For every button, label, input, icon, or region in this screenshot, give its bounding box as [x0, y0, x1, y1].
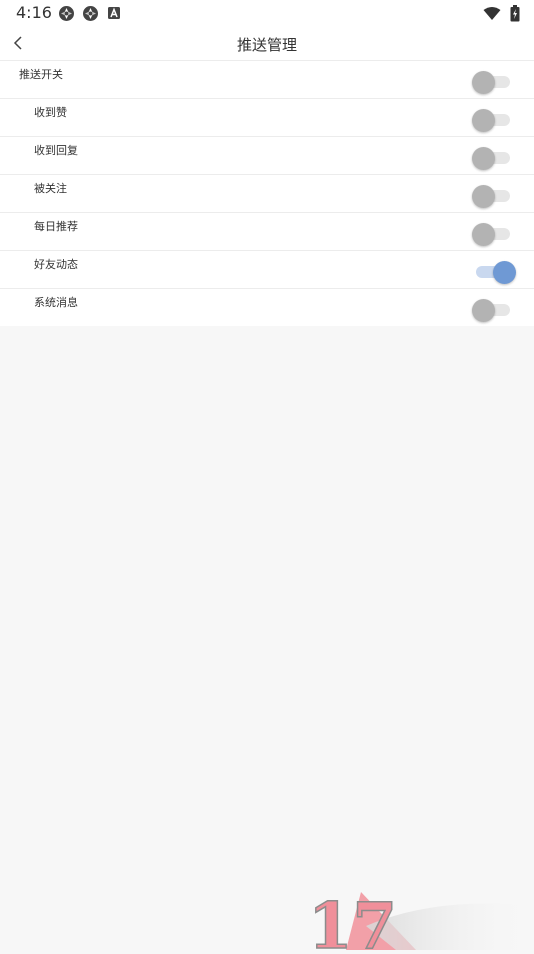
- wifi-icon: [483, 6, 501, 25]
- toggle-thumb: [472, 223, 495, 246]
- aperture-icon: [58, 5, 75, 22]
- header: 推送管理: [0, 28, 534, 60]
- setting-label: 好友动态: [34, 258, 78, 271]
- status-icons-left: [58, 5, 123, 22]
- setting-label: 收到赞: [34, 106, 67, 119]
- status-time: 4:16: [16, 3, 52, 22]
- toggle-switch[interactable]: [472, 183, 512, 208]
- watermark-logo: 17: [306, 886, 534, 954]
- toggle-thumb: [472, 71, 495, 94]
- toggle-thumb: [493, 261, 516, 284]
- toggle-switch[interactable]: [472, 107, 512, 132]
- push-settings-list: 推送开关 收到赞 收到回复 被关注 每日推荐 好友动态 系统消息: [0, 60, 534, 326]
- toggle-thumb: [472, 185, 495, 208]
- setting-row-system-messages: 系统消息: [0, 288, 534, 326]
- status-bar: 4:16: [0, 0, 534, 28]
- toggle-switch[interactable]: [472, 145, 512, 170]
- setting-row-friend-activity: 好友动态: [0, 250, 534, 288]
- setting-label: 每日推荐: [34, 220, 78, 233]
- setting-row-replies: 收到回复: [0, 136, 534, 174]
- svg-text:17: 17: [308, 889, 397, 950]
- setting-row-daily-recommend: 每日推荐: [0, 212, 534, 250]
- setting-label: 收到回复: [34, 144, 78, 157]
- setting-label: 被关注: [34, 182, 67, 195]
- a-box-icon: [106, 5, 123, 22]
- toggle-switch[interactable]: [472, 221, 512, 246]
- aperture-icon: [82, 5, 99, 22]
- page-title: 推送管理: [236, 36, 297, 54]
- toggle-switch[interactable]: [472, 297, 512, 322]
- setting-label: 推送开关: [19, 68, 63, 81]
- toggle-switch[interactable]: [472, 259, 516, 284]
- status-icons-right: [483, 5, 520, 26]
- toggle-thumb: [472, 109, 495, 132]
- setting-label: 系统消息: [34, 296, 78, 309]
- toggle-thumb: [472, 147, 495, 170]
- toggle-switch[interactable]: [472, 69, 512, 94]
- setting-row-followed: 被关注: [0, 174, 534, 212]
- setting-row-likes: 收到赞: [0, 98, 534, 136]
- setting-row-push-switch: 推送开关: [0, 60, 534, 98]
- battery-charging-icon: [510, 5, 520, 26]
- toggle-thumb: [472, 299, 495, 322]
